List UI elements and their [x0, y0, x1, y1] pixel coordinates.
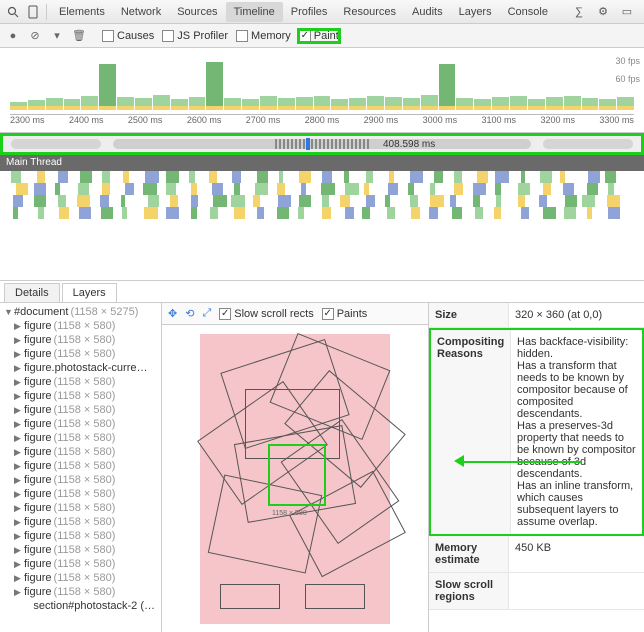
tree-row[interactable]: ▶figure (1158 × 580) [0, 571, 161, 585]
paint-label: Paint [314, 30, 339, 42]
canvas-toolbar: ✥ ⟲ ⤢ Slow scroll rects Paints [162, 303, 428, 325]
tree-row[interactable]: ▶figure (1158 × 580) [0, 389, 161, 403]
paints-label: Paints [337, 308, 368, 320]
prop-slow-scroll: Slow scroll regions [429, 573, 644, 610]
checkbox-paint[interactable]: Paint [299, 30, 339, 42]
tree-row[interactable]: ▶figure (1158 × 580) [0, 585, 161, 599]
drawer-icon[interactable]: ∑ [570, 3, 588, 21]
timeline-overview[interactable]: 30 fps 60 fps 2300 ms2400 ms2500 ms2600 … [0, 48, 644, 133]
tree-row[interactable]: ▶figure.photostack-curre… [0, 361, 161, 375]
tree-row[interactable]: ▶figure (1158 × 580) [0, 557, 161, 571]
reset-icon[interactable]: ⤢ [202, 307, 211, 320]
tab-layers[interactable]: Layers [451, 2, 500, 22]
panel-tabs: Elements Network Sources Timeline Profil… [51, 0, 556, 24]
flame-chart[interactable] [0, 171, 644, 281]
tab-audits[interactable]: Audits [404, 2, 451, 22]
layer-viewport: 1158 × 580 [200, 334, 390, 624]
highlight-arrow [462, 461, 582, 463]
tree-row[interactable]: ▶figure (1158 × 580) [0, 333, 161, 347]
layers-pane: ▼#document (1158 × 5275)▶figure (1158 × … [0, 303, 644, 632]
dock-icon[interactable]: ▭ [618, 3, 636, 21]
gc-icon[interactable]: 🗑 [72, 29, 86, 43]
prop-size-val: 320 × 360 (at 0,0) [509, 303, 644, 327]
tree-row[interactable]: ▶figure (1158 × 580) [0, 487, 161, 501]
filter-icon[interactable]: ▾ [50, 29, 64, 43]
toolbar-right: ∑ ⚙ ▭ [570, 3, 640, 21]
checkbox-causes[interactable]: Causes [102, 30, 154, 42]
tab-elements[interactable]: Elements [51, 2, 113, 22]
tree-row[interactable]: ▶figure (1158 × 580) [0, 543, 161, 557]
tab-sources[interactable]: Sources [169, 2, 225, 22]
tree-row[interactable]: ▶figure (1158 × 580) [0, 501, 161, 515]
checkbox-slow-scroll[interactable]: Slow scroll rects [219, 308, 313, 320]
gear-icon[interactable]: ⚙ [594, 3, 612, 21]
timeline-subbar: ● ⊘ ▾ 🗑 Causes JS Profiler Memory Paint [0, 24, 644, 48]
prop-memory-val: 450 KB [509, 536, 644, 572]
tab-timeline[interactable]: Timeline [226, 2, 283, 22]
separator [46, 4, 47, 20]
tree-row[interactable]: ▶figure (1158 × 580) [0, 417, 161, 431]
devtools-toolbar: Elements Network Sources Timeline Profil… [0, 0, 644, 24]
tree-row[interactable]: ▶figure (1158 × 580) [0, 515, 161, 529]
tree-row[interactable]: ▶figure (1158 × 580) [0, 473, 161, 487]
rotate-icon[interactable]: ⟲ [185, 307, 194, 320]
tree-row[interactable]: ▶figure (1158 × 580) [0, 459, 161, 473]
frame-scrubber[interactable]: 408.598 ms [0, 133, 644, 155]
prop-slow-key: Slow scroll regions [429, 573, 509, 609]
highlight-arrow-head [454, 455, 464, 467]
search-icon[interactable] [4, 3, 22, 21]
scrub-right[interactable] [543, 139, 633, 149]
time-axis: 2300 ms2400 ms2500 ms2600 ms2700 ms2800 … [10, 114, 634, 130]
prop-slow-val [509, 573, 644, 609]
prop-size: Size 320 × 360 (at 0,0) [429, 303, 644, 328]
causes-label: Causes [117, 30, 154, 42]
pan-icon[interactable]: ✥ [168, 307, 177, 320]
tree-row[interactable]: ▶figure (1158 × 580) [0, 445, 161, 459]
tab-resources[interactable]: Resources [335, 2, 404, 22]
device-icon[interactable] [24, 3, 42, 21]
memory-label: Memory [251, 30, 291, 42]
tree-row[interactable]: ▶figure (1158 × 580) [0, 347, 161, 361]
scrub-time: 408.598 ms [383, 139, 435, 150]
tree-row[interactable]: section#photostack-2 (… [0, 599, 161, 613]
slow-scroll-label: Slow scroll rects [234, 308, 313, 320]
canvas-view[interactable]: 1158 × 580 [162, 325, 428, 632]
tree-row[interactable]: ▶figure (1158 × 580) [0, 529, 161, 543]
record-icon[interactable]: ● [6, 29, 20, 43]
tab-network[interactable]: Network [113, 2, 169, 22]
detail-subtabs: Details Layers [0, 281, 644, 303]
prop-memory: Memory estimate 450 KB [429, 536, 644, 573]
layer-canvas[interactable]: ✥ ⟲ ⤢ Slow scroll rects Paints 1158 × 58… [162, 303, 429, 632]
prop-size-key: Size [429, 303, 509, 327]
checkbox-paints[interactable]: Paints [322, 308, 368, 320]
subtab-details[interactable]: Details [4, 283, 60, 302]
prop-memory-key: Memory estimate [429, 536, 509, 572]
subtab-layers[interactable]: Layers [62, 283, 117, 302]
tab-console[interactable]: Console [500, 2, 556, 22]
tree-row[interactable]: ▶figure (1158 × 580) [0, 431, 161, 445]
prop-reasons-val: Has backface-visibility: hidden. Has a t… [511, 330, 642, 534]
tree-row[interactable]: ▶figure (1158 × 580) [0, 375, 161, 389]
tab-profiles[interactable]: Profiles [283, 2, 336, 22]
js-profiler-label: JS Profiler [177, 30, 228, 42]
checkbox-memory[interactable]: Memory [236, 30, 291, 42]
layer-tree[interactable]: ▼#document (1158 × 5275)▶figure (1158 × … [0, 303, 162, 632]
scrub-track[interactable] [113, 139, 531, 149]
overview-bars [10, 62, 634, 110]
prop-compositing-reasons: Compositing Reasons Has backface-visibil… [429, 328, 644, 536]
tree-row[interactable]: ▶figure (1158 × 580) [0, 403, 161, 417]
tree-row[interactable]: ▶figure (1158 × 580) [0, 319, 161, 333]
checkbox-js-profiler[interactable]: JS Profiler [162, 30, 228, 42]
clear-icon[interactable]: ⊘ [28, 29, 42, 43]
scrub-left[interactable] [11, 139, 101, 149]
main-thread-header: Main Thread [0, 155, 644, 171]
layer-properties: Size 320 × 360 (at 0,0) Compositing Reas… [429, 303, 644, 632]
prop-reasons-key: Compositing Reasons [431, 330, 511, 534]
tree-row[interactable]: ▼#document (1158 × 5275) [0, 305, 161, 319]
